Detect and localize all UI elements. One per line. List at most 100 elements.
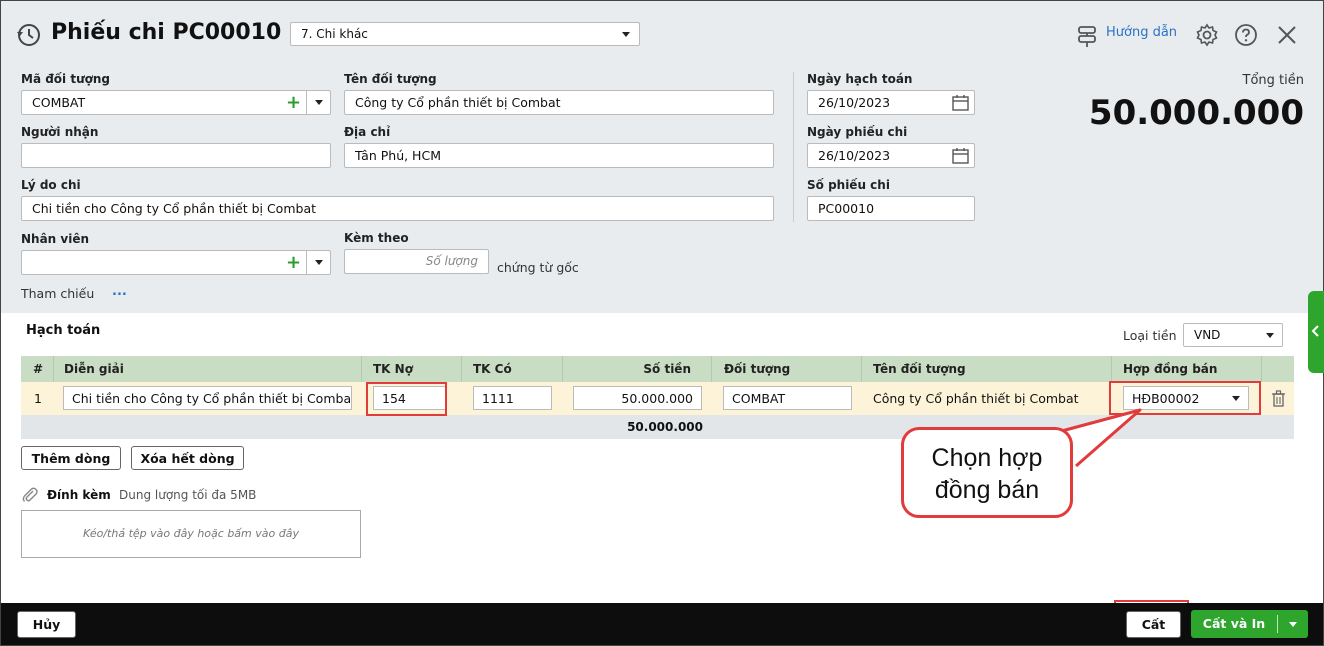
receiver-input[interactable] bbox=[21, 143, 331, 168]
voucher-number-label: Số phiếu chi bbox=[807, 178, 890, 192]
object-name-value: Công ty Cổ phần thiết bị Combat bbox=[355, 95, 561, 110]
col-index: # bbox=[33, 362, 44, 376]
posting-date-label: Ngày hạch toán bbox=[807, 72, 913, 86]
save-print-button-group: Cất và In bbox=[1191, 610, 1308, 638]
row-credit-account-input[interactable]: 1111 bbox=[473, 386, 552, 410]
col-divider bbox=[461, 356, 462, 382]
callout-choose-contract: Chọn hợp đồng bán bbox=[901, 427, 1073, 518]
col-debit-account: TK Nợ bbox=[373, 362, 413, 376]
chevron-down-icon bbox=[622, 32, 630, 37]
quantity-placeholder: Số lượng bbox=[425, 254, 478, 268]
add-object-plus-icon[interactable]: + bbox=[286, 94, 301, 112]
row-object-name: Công ty Cổ phần thiết bị Combat bbox=[873, 391, 1079, 406]
calendar-icon[interactable] bbox=[952, 147, 969, 164]
receiver-label: Người nhận bbox=[21, 125, 99, 139]
col-divider bbox=[53, 356, 54, 382]
col-divider bbox=[562, 356, 563, 382]
quantity-input[interactable]: Số lượng bbox=[344, 249, 489, 274]
col-sales-contract: Hợp đồng bán bbox=[1123, 362, 1218, 376]
object-code-label: Mã đối tượng bbox=[21, 72, 110, 86]
file-dropzone[interactable]: Kéo/thả tệp vào đây hoặc bấm vào đây bbox=[21, 510, 361, 558]
col-object: Đối tượng bbox=[724, 362, 791, 376]
col-object-name: Tên đối tượng bbox=[873, 362, 966, 376]
posting-date-input[interactable]: 26/10/2023 bbox=[807, 90, 975, 115]
chevron-down-icon bbox=[1289, 622, 1297, 627]
address-input[interactable]: Tân Phú, HCM bbox=[344, 143, 774, 168]
guide-signpost-icon[interactable] bbox=[1076, 24, 1098, 48]
gear-icon[interactable] bbox=[1195, 23, 1219, 47]
dropzone-text: Kéo/thả tệp vào đây hoặc bấm vào đây bbox=[83, 527, 299, 540]
cancel-button[interactable]: Hủy bbox=[17, 611, 76, 638]
highlight-debit-account bbox=[366, 382, 447, 416]
address-label: Địa chỉ bbox=[344, 125, 391, 139]
voucher-type-value: 7. Chi khác bbox=[301, 27, 368, 41]
row-amount-value: 50.000.000 bbox=[621, 391, 693, 406]
trash-icon[interactable] bbox=[1271, 390, 1286, 407]
object-code-chevron-icon[interactable] bbox=[315, 100, 323, 105]
page-title: Phiếu chi PC00010 bbox=[51, 20, 282, 45]
col-divider bbox=[1111, 356, 1112, 382]
object-code-value: COMBAT bbox=[32, 95, 86, 110]
row-description-input[interactable]: Chi tiền cho Công ty Cổ phần thiết bị Co… bbox=[63, 386, 352, 410]
reason-value: Chi tiền cho Công ty Cổ phần thiết bị Co… bbox=[32, 201, 317, 216]
side-panel-toggle[interactable] bbox=[1308, 291, 1324, 373]
object-code-input[interactable]: COMBAT bbox=[21, 90, 331, 115]
row-object-value: COMBAT bbox=[732, 391, 786, 406]
employee-divider bbox=[306, 251, 307, 274]
employee-input[interactable] bbox=[21, 250, 331, 275]
accounting-section-title: Hạch toán bbox=[26, 323, 101, 338]
chevron-left-icon bbox=[1311, 325, 1319, 337]
currency-label: Loại tiền bbox=[1123, 328, 1177, 343]
object-code-divider bbox=[306, 91, 307, 114]
calendar-icon[interactable] bbox=[952, 94, 969, 111]
col-divider bbox=[361, 356, 362, 382]
history-icon bbox=[17, 24, 40, 46]
close-icon[interactable] bbox=[1277, 25, 1297, 45]
reason-input[interactable]: Chi tiền cho Công ty Cổ phần thiết bị Co… bbox=[21, 196, 774, 221]
col-divider bbox=[1261, 356, 1262, 382]
object-name-input[interactable]: Công ty Cổ phần thiết bị Combat bbox=[344, 90, 774, 115]
row-object-input[interactable]: COMBAT bbox=[723, 386, 852, 410]
original-documents-label: chứng từ gốc bbox=[497, 260, 579, 275]
save-print-button[interactable]: Cất và In bbox=[1191, 610, 1277, 638]
total-label: Tổng tiền bbox=[1242, 73, 1304, 88]
object-name-label: Tên đối tượng bbox=[344, 72, 437, 86]
currency-value: VND bbox=[1194, 328, 1221, 342]
voucher-date-value: 26/10/2023 bbox=[818, 148, 891, 163]
attached-label: Kèm theo bbox=[344, 231, 409, 245]
save-print-dropdown[interactable] bbox=[1278, 610, 1308, 638]
reference-more-link[interactable]: ... bbox=[112, 284, 127, 299]
col-description: Diễn giải bbox=[64, 362, 124, 376]
employee-chevron-icon[interactable] bbox=[315, 260, 323, 265]
paperclip-icon bbox=[22, 487, 38, 502]
add-employee-plus-icon[interactable]: + bbox=[286, 254, 301, 272]
help-icon[interactable] bbox=[1234, 23, 1258, 47]
row-credit-account-value: 1111 bbox=[482, 391, 514, 406]
save-button[interactable]: Cất bbox=[1126, 611, 1181, 638]
attachment-hint: Dung lượng tối đa 5MB bbox=[119, 488, 257, 502]
address-value: Tân Phú, HCM bbox=[355, 148, 441, 163]
clear-rows-button[interactable]: Xóa hết dòng bbox=[131, 446, 244, 470]
grid-header: # Diễn giải TK Nợ TK Có Số tiền Đối tượn… bbox=[21, 356, 1294, 382]
col-credit-account: TK Có bbox=[473, 362, 512, 376]
reason-label: Lý do chi bbox=[21, 178, 81, 192]
col-amount: Số tiền bbox=[643, 362, 691, 376]
row-amount-input[interactable]: 50.000.000 bbox=[573, 386, 702, 410]
column-divider bbox=[793, 72, 794, 222]
add-row-button[interactable]: Thêm dòng bbox=[21, 446, 121, 470]
col-divider bbox=[861, 356, 862, 382]
voucher-date-input[interactable]: 26/10/2023 bbox=[807, 143, 975, 168]
voucher-type-select[interactable]: 7. Chi khác bbox=[290, 22, 640, 46]
voucher-date-label: Ngày phiếu chi bbox=[807, 125, 908, 139]
total-amount: 50.000.000 bbox=[1088, 93, 1304, 133]
guide-link[interactable]: Hướng dẫn bbox=[1106, 25, 1177, 40]
employee-label: Nhân viên bbox=[21, 232, 90, 246]
row-description-value: Chi tiền cho Công ty Cổ phần thiết bị Co… bbox=[72, 391, 352, 406]
voucher-number-input[interactable]: PC00010 bbox=[807, 196, 975, 221]
row-index: 1 bbox=[34, 391, 42, 406]
currency-select[interactable]: VND bbox=[1183, 323, 1283, 347]
callout-line-2: đồng bán bbox=[934, 476, 1040, 504]
reference-label: Tham chiếu bbox=[21, 286, 95, 301]
grid-total-amount: 50.000.000 bbox=[627, 420, 703, 434]
attachment-label: Đính kèm bbox=[47, 488, 111, 502]
